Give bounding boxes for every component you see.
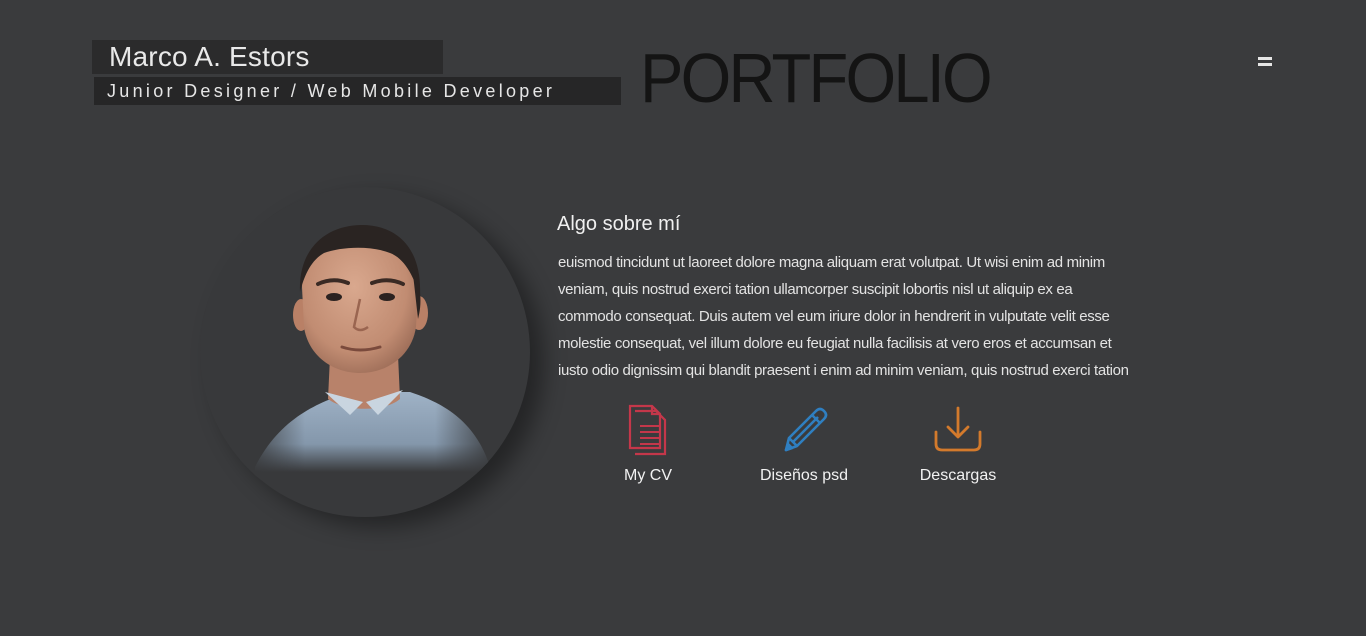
disenos-psd-label: Diseños psd <box>759 467 849 484</box>
about-line: euismod tincidunt ut laoreet dolore magn… <box>558 254 1105 271</box>
hamburger-menu-icon[interactable] <box>1255 57 1275 71</box>
document-icon <box>628 404 667 456</box>
site-owner-role: Junior Designer / Web Mobile Developer <box>94 77 621 105</box>
portfolio-logo[interactable]: PORTFOLIO <box>640 40 993 116</box>
descargas-link[interactable]: Descargas <box>888 404 1028 485</box>
about-heading: Algo sobre mí <box>557 213 681 235</box>
download-icon <box>934 406 982 452</box>
descargas-label: Descargas <box>919 467 997 484</box>
my-cv-label: My CV <box>624 467 672 484</box>
pencil-icon <box>784 407 828 452</box>
about-line: veniam, quis nostrud exerci tation ullam… <box>558 281 1073 298</box>
about-line: commodo consequat. Duis autem vel eum ir… <box>558 308 1110 325</box>
disenos-psd-link[interactable]: Diseños psd <box>734 404 874 485</box>
profile-photo <box>200 187 530 517</box>
about-paragraph: euismod tincidunt ut laoreet dolore magn… <box>558 249 1198 384</box>
my-cv-link[interactable]: My CV <box>578 404 718 485</box>
site-owner-name: Marco A. Estors <box>92 40 443 74</box>
about-line: molestie consequat, vel illum dolore eu … <box>558 335 1112 352</box>
about-line: iusto odio dignissim qui blandit praesen… <box>558 362 1129 379</box>
